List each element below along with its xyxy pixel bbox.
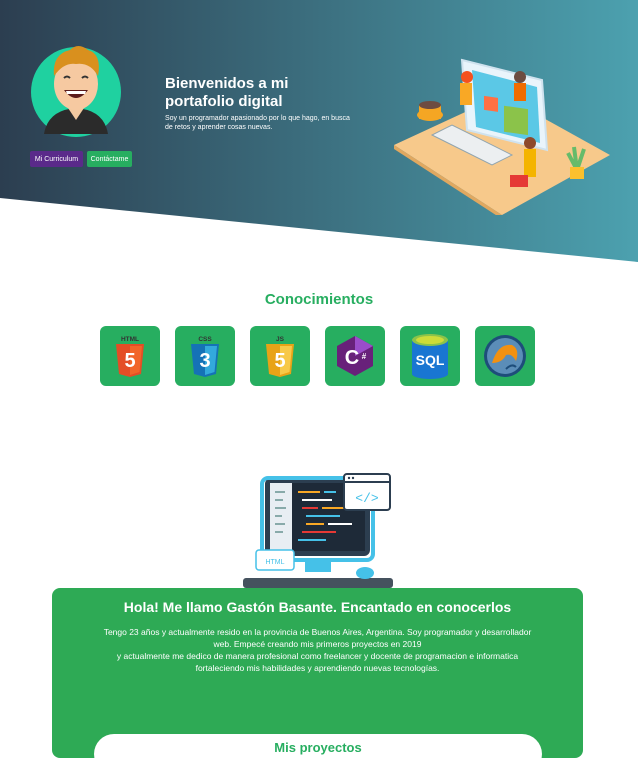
projects-card: Mis proyectos: [94, 734, 542, 774]
svg-text:CSS: CSS: [198, 336, 212, 343]
skill-js: JS 5: [250, 326, 310, 386]
about-line: web. Empecé creando mis primeros proyect…: [213, 639, 422, 649]
about-line: fortaleciendo mis habilidades y aprendie…: [195, 663, 440, 673]
svg-text:C: C: [345, 347, 359, 369]
about-line: y actualmente me dedico de manera profes…: [116, 651, 519, 661]
sql-icon: SQL: [412, 334, 448, 379]
csharp-icon: C #: [337, 336, 373, 376]
skills-title: Conocimientos: [264, 291, 374, 308]
about-text: Tengo 23 años y actualmente resido en la…: [52, 626, 583, 674]
svg-text:</>: </>: [355, 491, 379, 506]
avatar: [31, 46, 121, 137]
html5-icon: HTML 5: [116, 336, 144, 377]
about-section: Hola! Me llamo Gastón Basante. Encantado…: [52, 588, 583, 774]
hero-subtitle: Soy un programador apasionado por lo que…: [165, 115, 350, 131]
hero-section: Bienvenidos a mi portafolio digital Soy …: [0, 0, 638, 262]
curriculum-button[interactable]: Mi Curriculum: [30, 151, 83, 167]
skills-list: HTML 5 CSS 3 JS 5 C # SQL: [100, 326, 535, 386]
svg-text:HTML: HTML: [121, 336, 139, 343]
skill-csharp: C #: [325, 326, 385, 386]
svg-text:#: #: [362, 352, 367, 361]
css3-icon: CSS 3: [191, 336, 219, 377]
skill-mysql: [475, 326, 535, 386]
svg-text:5: 5: [274, 350, 285, 372]
svg-text:HTML: HTML: [265, 559, 284, 566]
mysql-dolphin-icon: [484, 335, 526, 377]
svg-text:SQL: SQL: [416, 352, 445, 368]
skill-css: CSS 3: [175, 326, 235, 386]
hero-title: Bienvenidos a mi portafolio digital: [165, 75, 289, 110]
about-title: Hola! Me llamo Gastón Basante. Encantado…: [123, 599, 512, 615]
svg-text:3: 3: [199, 350, 210, 372]
js-icon: JS 5: [266, 336, 294, 377]
workspace-illustration: [394, 58, 610, 215]
about-line: Tengo 23 años y actualmente resido en la…: [103, 627, 532, 637]
skill-html: HTML 5: [100, 326, 160, 386]
projects-title: Mis proyectos: [274, 740, 362, 755]
svg-text:5: 5: [124, 350, 135, 372]
contact-button[interactable]: Contáctame: [87, 151, 132, 167]
computer-illustration: </> HTML: [243, 473, 393, 588]
svg-text:JS: JS: [276, 336, 285, 343]
skill-sql: SQL: [400, 326, 460, 386]
